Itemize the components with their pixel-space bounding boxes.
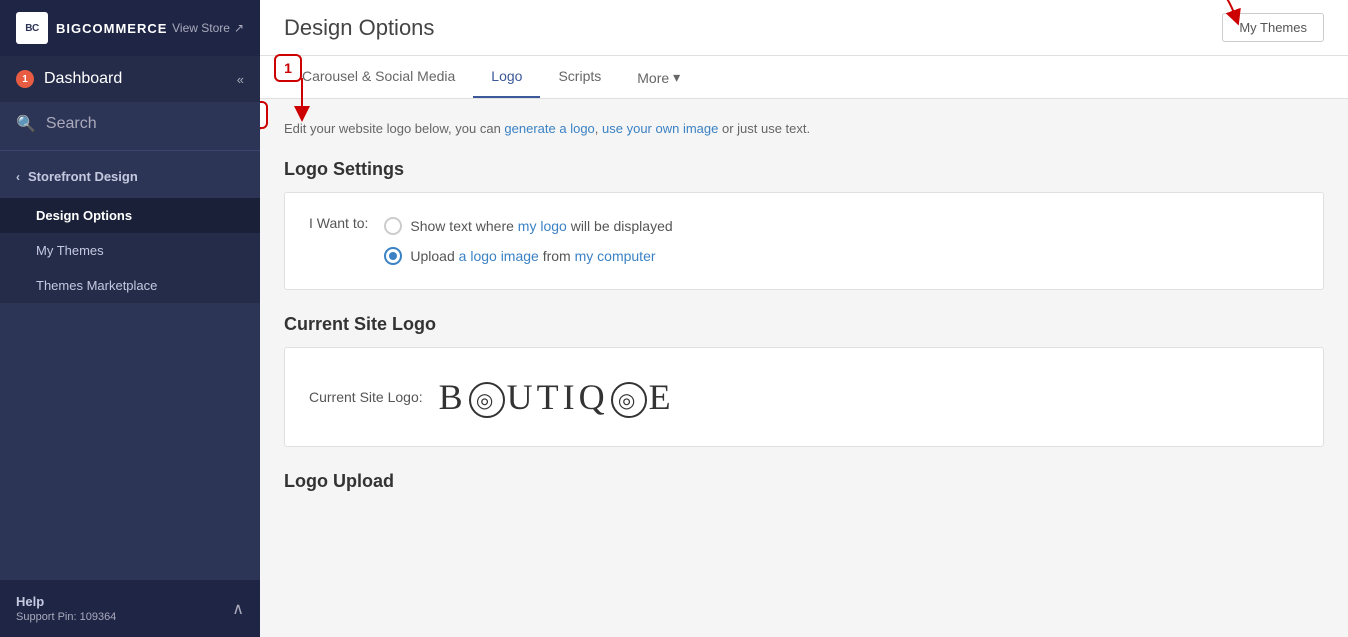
radio-circle-text <box>384 217 402 235</box>
sidebar-divider <box>0 150 260 151</box>
i-want-to-label: I Want to: <box>309 213 368 231</box>
sidebar-footer: Help Support Pin: 109364 ∧ <box>0 580 260 637</box>
logo-settings-title: Logo Settings <box>284 159 1324 180</box>
bigcommerce-logo-text: BIGCOMMERCE <box>56 21 167 36</box>
radio-group: Show text where my logo will be displaye… <box>384 213 672 269</box>
sidebar-item-my-themes[interactable]: My Themes <box>0 233 260 268</box>
help-label: Help <box>16 594 116 609</box>
current-site-logo-title: Current Site Logo <box>284 314 1324 335</box>
tabs-bar: 1 Carousel & Social Media Logo Scripts M… <box>260 56 1348 99</box>
notification-badge: 1 <box>16 70 34 88</box>
bigcommerce-logo-icon: BC <box>16 12 48 44</box>
description-text: Edit your website logo below, you can ge… <box>284 119 1324 139</box>
current-site-logo-card: Current Site Logo: B◎UTIQ◎E <box>284 347 1324 448</box>
radio-option-upload[interactable]: Upload a logo image from my computer <box>384 247 672 265</box>
storefront-design-label: Storefront Design <box>28 169 138 184</box>
sidebar-item-dashboard[interactable]: 1 Dashboard « <box>0 56 260 102</box>
themes-area: My Themes 3 <box>1222 13 1324 42</box>
use-image-link[interactable]: use your own image <box>602 121 718 136</box>
collapse-footer-icon[interactable]: ∧ <box>232 599 244 619</box>
my-themes-button[interactable]: My Themes <box>1222 13 1324 42</box>
current-site-logo-label: Current Site Logo: <box>309 389 423 405</box>
sidebar-item-design-options[interactable]: Design Options <box>0 198 260 233</box>
main-content: Design Options My Themes 3 <box>260 0 1348 637</box>
radio-option-text[interactable]: Show text where my logo will be displaye… <box>384 217 672 235</box>
sidebar-sub-items: Design Options My Themes Themes Marketpl… <box>0 198 260 303</box>
radio-circle-upload <box>384 247 402 265</box>
logo-settings-card: I Want to: Show text where my logo will … <box>284 192 1324 290</box>
radio-text-upload: Upload a logo image from my computer <box>410 248 655 264</box>
radio-text-show: Show text where my logo will be displaye… <box>410 218 672 234</box>
chevron-down-icon: ▾ <box>673 69 680 86</box>
annotation-1: 1 <box>274 54 302 82</box>
sidebar-item-themes-marketplace[interactable]: Themes Marketplace <box>0 268 260 303</box>
tab-scripts[interactable]: Scripts <box>540 56 619 98</box>
search-icon: 🔍 <box>16 114 36 134</box>
external-link-icon: ↗ <box>234 21 244 35</box>
sidebar-nav: 1 Dashboard « 🔍 Search ‹ Storefront Desi… <box>0 56 260 580</box>
dashboard-label: Dashboard <box>44 70 122 88</box>
logo-upload-title: Logo Upload <box>284 471 1324 492</box>
chevron-left-icon: ‹ <box>16 170 20 184</box>
boutique-logo-text: B◎UTIQ◎E <box>439 376 675 419</box>
support-pin: Support Pin: 109364 <box>16 611 116 623</box>
top-bar: Design Options My Themes 3 <box>260 0 1348 56</box>
storefront-design-section[interactable]: ‹ Storefront Design <box>0 155 260 198</box>
sidebar: BC BIGCOMMERCE View Store ↗ 1 Dashboard … <box>0 0 260 637</box>
tab-carousel[interactable]: Carousel & Social Media <box>284 56 473 98</box>
logo-display: Current Site Logo: B◎UTIQ◎E <box>309 368 1299 427</box>
content-area: 2 Edit your website logo below, you can … <box>260 99 1348 637</box>
sidebar-header: BC BIGCOMMERCE View Store ↗ <box>0 0 260 56</box>
view-store-label: View Store <box>172 21 230 35</box>
tab-logo[interactable]: Logo <box>473 56 540 98</box>
search-label: Search <box>46 115 97 133</box>
sidebar-search-item[interactable]: 🔍 Search <box>0 102 260 146</box>
annotation-2: 2 <box>260 101 268 129</box>
tab-more[interactable]: More ▾ <box>619 57 698 98</box>
page-title: Design Options <box>284 15 434 41</box>
logo-area: BC BIGCOMMERCE <box>16 12 167 44</box>
collapse-icon: « <box>237 72 244 87</box>
view-store-link[interactable]: View Store ↗ <box>172 21 244 35</box>
generate-logo-link[interactable]: generate a logo <box>504 121 594 136</box>
